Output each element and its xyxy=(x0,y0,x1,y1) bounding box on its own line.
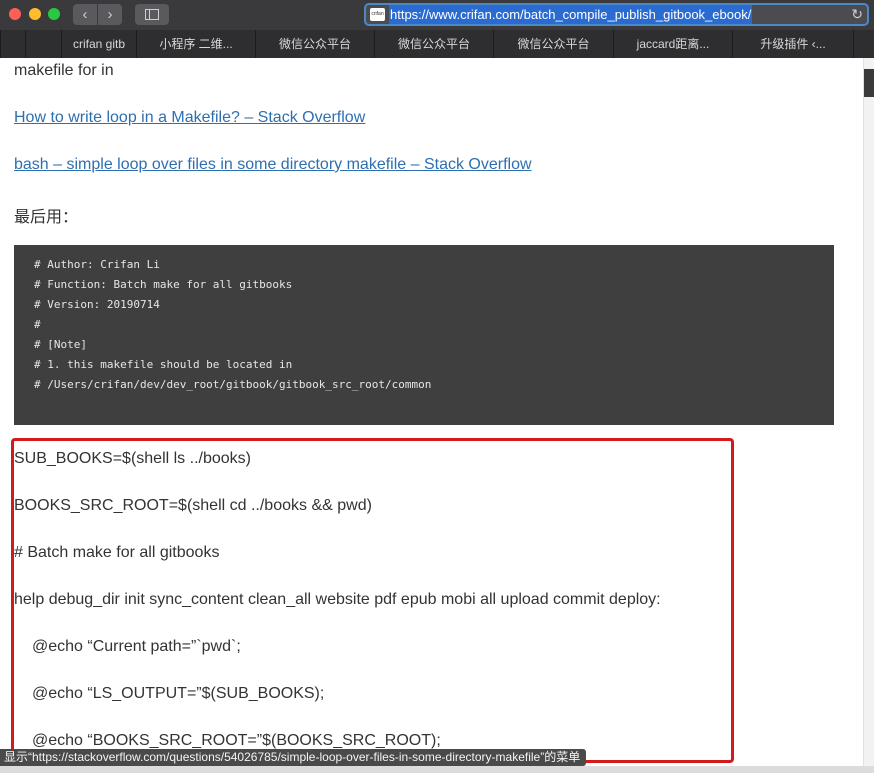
reload-icon[interactable]: ↻ xyxy=(851,6,863,23)
window-bottom-edge xyxy=(0,766,874,773)
maximize-window-button[interactable] xyxy=(48,8,60,20)
bookmark-item[interactable]: 微信公众平台 xyxy=(374,30,493,58)
code-line: # [Note] xyxy=(34,338,87,351)
link-stackoverflow-loop[interactable]: How to write loop in a Makefile? – Stack… xyxy=(14,109,365,127)
minimize-window-button[interactable] xyxy=(29,8,41,20)
code-line: # /Users/crifan/dev/dev_root/gitbook/git… xyxy=(34,378,432,391)
back-button[interactable]: ‹ xyxy=(73,4,97,25)
bookmark-blank[interactable] xyxy=(25,30,61,58)
bookmark-blank[interactable] xyxy=(0,30,25,58)
bookmark-item[interactable]: crifan gitb xyxy=(61,30,136,58)
forward-button[interactable]: › xyxy=(98,4,122,25)
code-line: # Function: Batch make for all gitbooks xyxy=(34,278,293,291)
chevron-left-icon: ‹ xyxy=(82,6,88,23)
link-stackoverflow-bash[interactable]: bash – simple loop over files in some di… xyxy=(14,156,532,174)
address-bar[interactable]: crifan https://www.crifan.com/batch_comp… xyxy=(364,3,869,26)
page-content: makefile for in How to write loop in a M… xyxy=(0,58,874,773)
bookmark-item[interactable]: 微信公众平台 xyxy=(493,30,613,58)
scrollbar-gutter[interactable] xyxy=(863,58,874,773)
text-final-used: 最后用： xyxy=(14,209,79,226)
code-line: # Version: 20190714 xyxy=(34,298,160,311)
bookmark-item[interactable]: jaccard距离... xyxy=(613,30,732,58)
close-window-button[interactable] xyxy=(9,8,21,20)
text-makefile-for-in: makefile for in xyxy=(14,62,114,79)
url-text[interactable]: https://www.crifan.com/batch_compile_pub… xyxy=(389,5,753,24)
sidebar-icon xyxy=(145,9,159,20)
code-line: # Author: Crifan Li xyxy=(34,258,160,271)
bookmark-item[interactable]: 升级插件 ‹... xyxy=(732,30,853,58)
sidebar-toggle-button[interactable] xyxy=(135,4,169,25)
bookmark-blank[interactable] xyxy=(853,30,874,58)
browser-toolbar: ‹ › crifan https://www.crifan.com/batch_… xyxy=(0,0,874,30)
code-line: # 1. this makefile should be located in xyxy=(34,358,293,371)
site-favicon: crifan xyxy=(370,8,385,21)
bookmark-item[interactable]: 微信公众平台 xyxy=(255,30,374,58)
code-line: # xyxy=(34,318,41,331)
highlight-box xyxy=(11,438,734,763)
chevron-right-icon: › xyxy=(107,6,113,23)
scroll-thumb[interactable] xyxy=(864,69,874,97)
status-bar: 显示“https://stackoverflow.com/questions/5… xyxy=(0,749,587,766)
bookmarks-bar: crifan gitb 小程序 二维... 微信公众平台 微信公众平台 微信公众… xyxy=(0,30,874,59)
bookmark-item[interactable]: 小程序 二维... xyxy=(136,30,255,58)
code-block: # Author: Crifan Li # Function: Batch ma… xyxy=(14,245,834,425)
